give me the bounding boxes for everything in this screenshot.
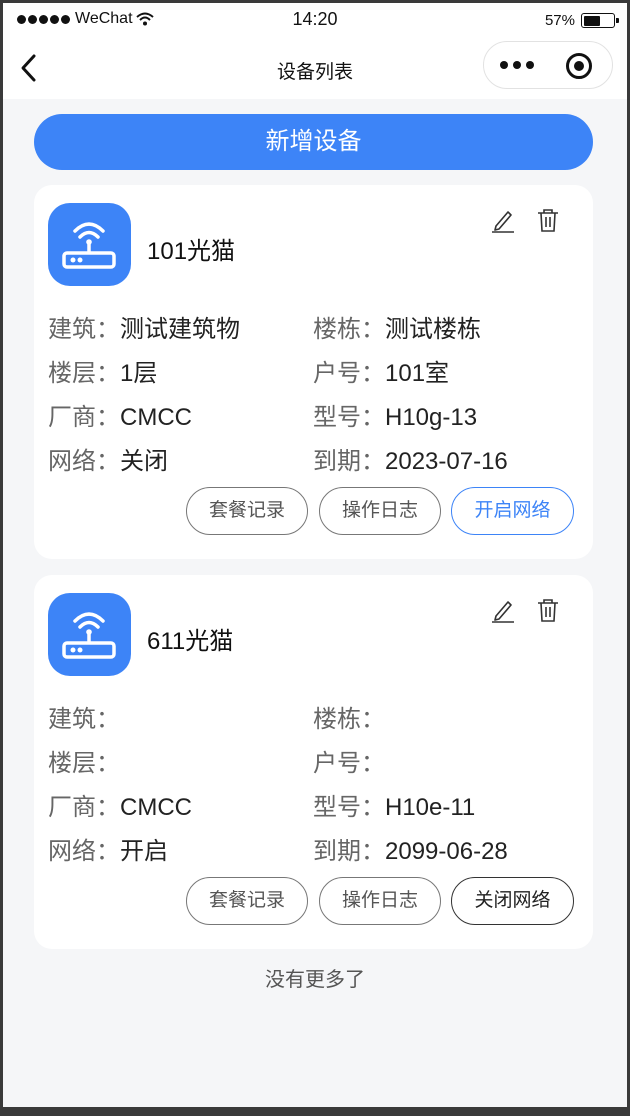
clock: 14:20: [292, 9, 338, 29]
field-room: 户号：101室: [313, 360, 450, 387]
phone-screen: WeChat 14:20 57% 设备列表 新增设备 101光猫 建筑：测试建筑…: [3, 3, 627, 1107]
field-building: 建筑：: [48, 706, 120, 733]
field-model: 型号：H10g-13: [313, 404, 478, 431]
more-dots-icon[interactable]: [500, 61, 534, 69]
disable-network-button[interactable]: 关闭网络: [451, 877, 574, 925]
trash-icon[interactable]: [536, 597, 560, 623]
field-vendor: 厂商：CMCC: [48, 794, 192, 821]
edit-icon[interactable]: [490, 207, 516, 233]
enable-network-button[interactable]: 开启网络: [451, 487, 574, 535]
field-block: 楼栋：: [313, 706, 385, 733]
device-name: 101光猫: [147, 238, 236, 265]
device-card: 611光猫 建筑： 楼栋： 楼层： 户号： 厂商：CMCC 型号：H10e-11…: [34, 575, 593, 949]
trash-icon[interactable]: [536, 207, 560, 233]
operation-log-button[interactable]: 操作日志: [319, 487, 441, 535]
mini-program-capsule: [483, 41, 613, 89]
device-name: 611光猫: [147, 628, 234, 655]
battery-percent: 57%: [544, 12, 575, 29]
plan-records-button[interactable]: 套餐记录: [186, 487, 308, 535]
field-building: 建筑：测试建筑物: [48, 316, 240, 343]
status-bar: WeChat 14:20 57%: [3, 3, 627, 37]
edit-icon[interactable]: [490, 597, 516, 623]
battery-icon: [581, 13, 619, 28]
field-model: 型号：H10e-11: [313, 794, 476, 821]
field-network: 网络：开启: [48, 838, 168, 865]
operation-log-button[interactable]: 操作日志: [319, 877, 441, 925]
nav-bar: 设备列表: [3, 37, 627, 99]
battery-status: 57%: [544, 12, 619, 29]
field-network: 网络：关闭: [48, 448, 168, 475]
no-more-text: 没有更多了: [265, 969, 365, 991]
field-expiry: 到期：2099-06-28: [313, 838, 508, 865]
battery-fill: [583, 15, 601, 26]
field-floor: 楼层：: [48, 750, 120, 777]
router-wifi-icon: [48, 593, 131, 676]
router-wifi-icon: [48, 203, 131, 286]
field-vendor: 厂商：CMCC: [48, 404, 192, 431]
add-device-button[interactable]: 新增设备: [34, 114, 593, 170]
field-floor: 楼层：1层: [48, 360, 158, 387]
field-expiry: 到期：2023-07-16: [313, 448, 508, 475]
field-room: 户号：: [313, 750, 385, 777]
device-card: 101光猫 建筑：测试建筑物 楼栋：测试楼栋 楼层：1层 户号：101室 厂商：…: [34, 185, 593, 559]
field-block: 楼栋：测试楼栋: [313, 316, 481, 343]
target-close-icon[interactable]: [566, 53, 592, 79]
plan-records-button[interactable]: 套餐记录: [186, 877, 308, 925]
